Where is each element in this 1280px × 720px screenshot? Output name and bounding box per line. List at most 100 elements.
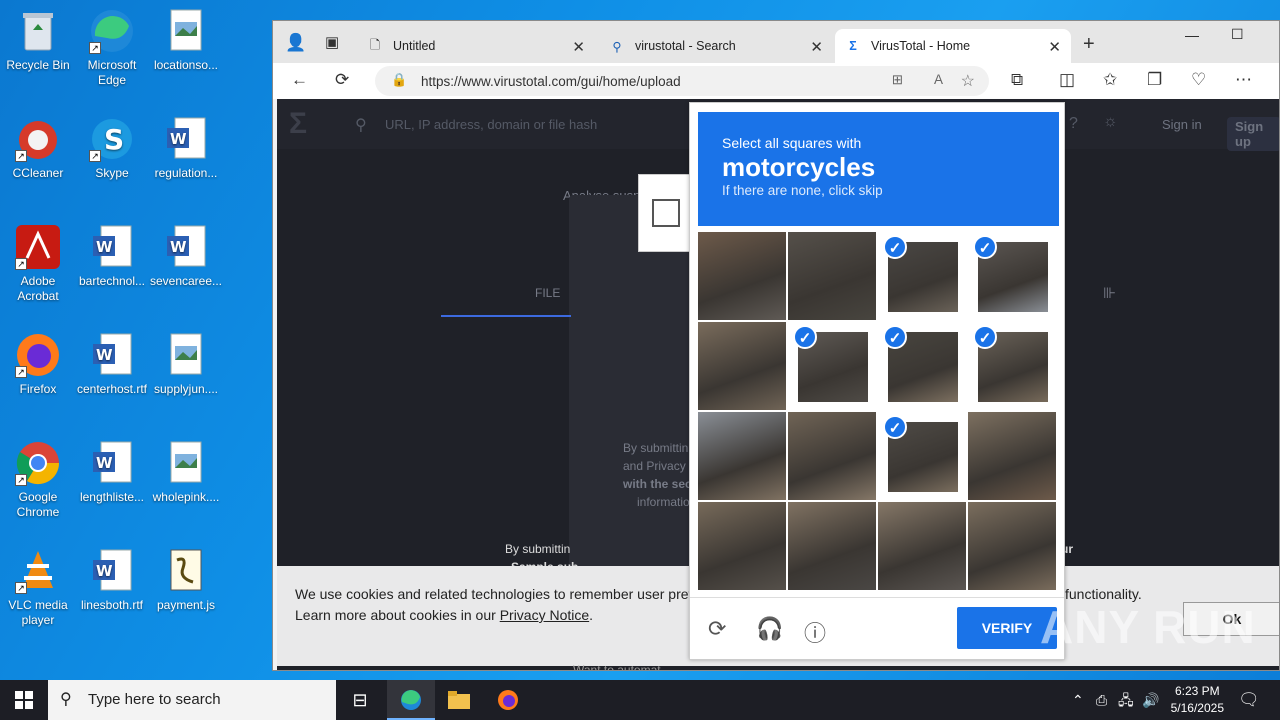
captcha-checkbox[interactable]	[652, 199, 680, 227]
new-tab-icon[interactable]: +	[1083, 33, 1095, 56]
captcha-instruction: Select all squares with	[722, 135, 862, 151]
word-doc-icon: W	[89, 548, 135, 594]
split-screen-icon[interactable]: ◫	[1059, 70, 1075, 90]
help-icon[interactable]: ?	[1069, 115, 1078, 133]
captcha-tile[interactable]	[788, 412, 876, 500]
network-icon[interactable]: 🖧	[1118, 680, 1134, 720]
captcha-tile-image	[788, 412, 876, 500]
desktop-icon-payment-js[interactable]: payment.js	[148, 548, 224, 613]
back-icon[interactable]: ←	[291, 70, 308, 90]
captcha-tile-image	[788, 232, 876, 320]
url-input[interactable]: 🔒 https://www.virustotal.com/gui/home/up…	[375, 66, 989, 96]
desktop-icon-label: CCleaner	[12, 166, 64, 180]
tray-overflow-icon[interactable]: ⌃	[1072, 680, 1084, 720]
file-tab-underline	[441, 315, 571, 317]
captcha-tile[interactable]	[698, 502, 786, 590]
captcha-tile[interactable]	[698, 232, 786, 320]
desktop-icon-label: Adobe Acrobat	[17, 274, 59, 303]
desktop-icon-skype[interactable]: S ↗ Skype	[74, 116, 150, 181]
desktop-icon-vlc[interactable]: ↗ VLC media player	[0, 548, 76, 628]
captcha-tile[interactable]	[788, 232, 876, 320]
tab-virustotal-home[interactable]: Σ VirusTotal - Home ✕	[835, 29, 1071, 63]
captcha-tile[interactable]: ✓	[968, 232, 1056, 320]
desktop-icon-locationso[interactable]: locationso...	[148, 8, 224, 73]
theme-icon[interactable]: ☼	[1103, 113, 1118, 131]
search-icon: ⚲	[60, 691, 72, 708]
volume-icon[interactable]: 🔊	[1142, 680, 1159, 720]
desktop-icon-regulation[interactable]: W regulation...	[148, 116, 224, 181]
task-view-icon[interactable]: ⊟	[336, 680, 384, 720]
word-doc-icon: W	[163, 116, 209, 162]
close-tab-icon[interactable]: ✕	[572, 38, 585, 56]
desktop-icon-google-chrome[interactable]: ↗ Google Chrome	[0, 440, 76, 520]
collections-icon[interactable]: ❐	[1147, 70, 1162, 90]
captcha-tile[interactable]	[788, 502, 876, 590]
favorites-icon[interactable]: ✩	[1103, 70, 1117, 90]
extensions-icon[interactable]: ⧉	[1011, 70, 1023, 90]
desktop-icon-lengthliste[interactable]: W lengthliste...	[74, 440, 150, 505]
sign-in-link[interactable]: Sign in	[1162, 117, 1202, 132]
heart-pulse-icon[interactable]: ♡	[1191, 70, 1206, 90]
captcha-tile[interactable]	[698, 322, 786, 410]
desktop-icon-bartechnol[interactable]: W bartechnol...	[74, 224, 150, 289]
minimize-icon[interactable]: —	[1185, 27, 1199, 43]
clock-time: 6:23 PM	[1174, 684, 1220, 698]
favorite-star-icon[interactable]: ☆	[961, 71, 975, 91]
sign-up-button[interactable]: Sign up	[1227, 117, 1279, 151]
close-tab-icon[interactable]: ✕	[810, 38, 823, 56]
desktop-icon-adobe-acrobat[interactable]: ↗ Adobe Acrobat	[0, 224, 76, 304]
desktop-icon-firefox[interactable]: ↗ Firefox	[0, 332, 76, 397]
word-doc-icon: W	[89, 224, 135, 270]
taskbar-firefox-icon[interactable]	[484, 680, 532, 720]
taskbar-file-explorer-icon[interactable]	[435, 680, 483, 720]
system-clock[interactable]: 6:23 PM 5/16/2025	[1171, 683, 1224, 717]
apps-icon[interactable]: ⊞	[892, 72, 903, 88]
privacy-notice-link[interactable]: Privacy Notice	[500, 607, 589, 623]
captcha-tile[interactable]: ✓	[878, 412, 966, 500]
desktop-icon-centerhost[interactable]: W centerhost.rtf	[74, 332, 150, 397]
captcha-tile-image	[968, 412, 1056, 500]
captcha-tile[interactable]: ✓	[788, 322, 876, 410]
tray-device-icon[interactable]: ⎙	[1096, 680, 1107, 720]
svg-text:W: W	[170, 238, 187, 256]
desktop-icon-label: centerhost.rtf	[76, 382, 148, 396]
captcha-tile-image	[788, 502, 876, 590]
start-button[interactable]	[0, 680, 48, 720]
desktop-icon-microsoft-edge[interactable]: ↗ Microsoft Edge	[74, 8, 150, 88]
captcha-tile[interactable]: ✓	[878, 232, 966, 320]
read-aloud-icon[interactable]: A	[934, 72, 943, 87]
taskbar-edge-icon[interactable]	[387, 680, 435, 720]
tab-label: Untitled	[393, 39, 436, 53]
refresh-icon[interactable]: ⟳	[335, 70, 349, 90]
captcha-tile[interactable]: ✓	[968, 322, 1056, 410]
svg-text:W: W	[96, 346, 113, 364]
captcha-tile[interactable]	[698, 412, 786, 500]
vt-search-input[interactable]: URL, IP address, domain or file hash	[385, 117, 597, 132]
taskbar-search-input[interactable]: ⚲ Type here to search	[48, 680, 336, 720]
desktop-icon-sevencaree[interactable]: W sevencaree...	[148, 224, 224, 289]
reload-icon[interactable]: ⟳	[708, 616, 726, 642]
desktop-icon-wholepink[interactable]: wholepink....	[148, 440, 224, 505]
captcha-tile[interactable]: ✓	[878, 322, 966, 410]
more-menu-icon[interactable]: ⋯	[1235, 70, 1252, 90]
profile-icon[interactable]: 👤	[285, 33, 306, 53]
maximize-icon[interactable]: ☐	[1231, 26, 1244, 43]
audio-challenge-icon[interactable]: 🎧	[756, 616, 783, 642]
desktop-icon-recycle-bin[interactable]: Recycle Bin	[0, 8, 76, 73]
captcha-tile[interactable]	[968, 502, 1056, 590]
notifications-icon[interactable]: 🗨	[1238, 680, 1260, 720]
desktop-icon-supplyjun[interactable]: supplyjun....	[148, 332, 224, 397]
tab-label: virustotal - Search	[635, 39, 736, 53]
tab-virustotal-search[interactable]: ⚲ virustotal - Search ✕	[599, 29, 833, 63]
file-tab[interactable]: FILE	[535, 286, 560, 300]
info-icon[interactable]: ⓘ	[804, 616, 826, 648]
captcha-tile[interactable]	[878, 502, 966, 590]
desktop-icon-ccleaner[interactable]: ↗ CCleaner	[0, 116, 76, 181]
tab-untitled[interactable]: 🗋 Untitled ✕	[357, 29, 595, 63]
captcha-tile[interactable]	[968, 412, 1056, 500]
close-tab-icon[interactable]: ✕	[1048, 38, 1061, 56]
svg-text:W: W	[96, 454, 113, 472]
tab-actions-icon[interactable]: ▣	[325, 33, 339, 51]
submit-text: By submittin	[623, 441, 689, 455]
desktop-icon-linesboth[interactable]: W linesboth.rtf	[74, 548, 150, 613]
